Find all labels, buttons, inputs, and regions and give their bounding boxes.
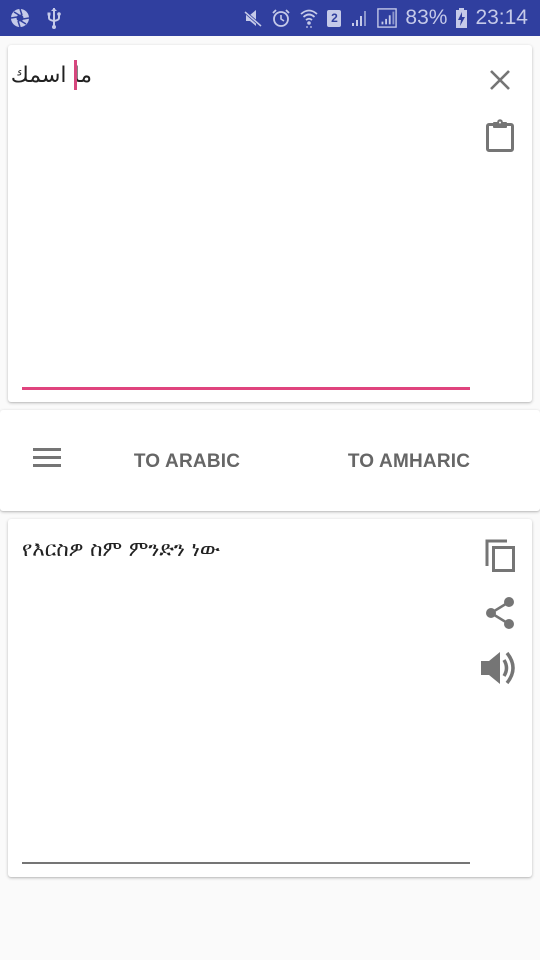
controls-bar: TO ARABIC TO AMHARIC [0, 410, 540, 511]
share-button[interactable] [480, 595, 520, 635]
signal-icon [349, 8, 369, 28]
clear-button[interactable] [480, 62, 520, 102]
signal-boxed-icon [377, 8, 398, 28]
aperture-icon [10, 8, 30, 28]
status-bar: 2 83% 23:14 [0, 0, 540, 36]
output-underline [22, 862, 470, 864]
alarm-icon [271, 8, 291, 28]
volume-icon [481, 650, 519, 690]
mute-icon [243, 8, 263, 28]
close-icon [488, 68, 512, 96]
usb-icon [44, 8, 64, 29]
text-cursor [74, 60, 77, 90]
copy-icon [484, 539, 516, 577]
battery-charging-icon [455, 8, 467, 28]
paste-button[interactable] [480, 118, 520, 158]
input-card: ما اسمك [8, 45, 532, 402]
output-card: የእርስዎ ስም ምንድን ነው [8, 519, 532, 877]
translated-text[interactable]: የእርስዎ ስም ምንድን ነው [22, 537, 220, 562]
clipboard-icon [485, 119, 515, 157]
clock: 23:14 [475, 6, 528, 29]
copy-button[interactable] [480, 538, 520, 578]
to-arabic-button[interactable]: TO ARABIC [126, 440, 248, 484]
source-text-input[interactable]: ما اسمك [11, 63, 92, 88]
wifi-icon [299, 8, 319, 28]
sim2-icon: 2 [327, 9, 342, 27]
battery-percent: 83% [405, 6, 448, 29]
share-icon [485, 597, 515, 633]
to-amharic-button[interactable]: TO AMHARIC [340, 440, 478, 484]
hamburger-menu-icon[interactable] [30, 445, 64, 471]
input-underline [22, 387, 470, 390]
speak-button[interactable] [480, 650, 520, 690]
